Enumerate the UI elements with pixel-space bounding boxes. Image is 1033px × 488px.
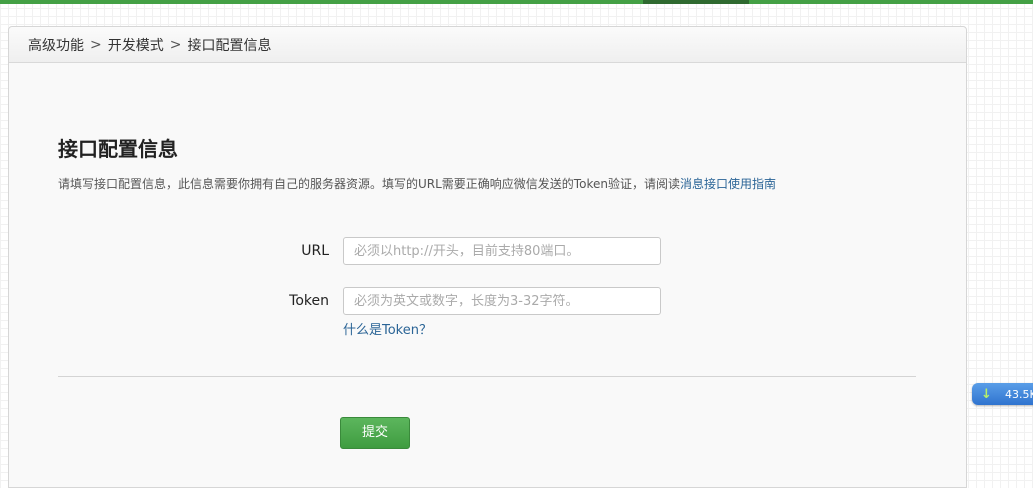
breadcrumb-separator: > <box>90 36 102 53</box>
token-input[interactable] <box>343 287 661 315</box>
breadcrumb-item-current: 接口配置信息 <box>187 37 272 54</box>
breadcrumb: 高级功能 > 开发模式 > 接口配置信息 <box>9 27 966 63</box>
active-nav-indicator <box>643 0 749 4</box>
url-input[interactable] <box>343 237 661 265</box>
submit-button[interactable]: 提交 <box>340 417 410 449</box>
description-text: 请填写接口配置信息，此信息需要你拥有自己的服务器资源。填写的URL需要正确响应微… <box>58 177 680 191</box>
url-label: URL <box>301 243 329 259</box>
top-accent-bar <box>0 0 1033 4</box>
main-content: 接口配置信息 请填写接口配置信息，此信息需要你拥有自己的服务器资源。填写的URL… <box>58 135 918 193</box>
breadcrumb-item-dev-mode[interactable]: 开发模式 <box>108 35 164 55</box>
config-panel: 高级功能 > 开发模式 > 接口配置信息 接口配置信息 请填写接口配置信息，此信… <box>8 26 967 488</box>
token-row: Token <box>259 287 661 315</box>
breadcrumb-item-advanced[interactable]: 高级功能 <box>28 35 84 55</box>
form-divider <box>58 376 916 377</box>
token-help-link[interactable]: 什么是Token？ <box>343 319 432 338</box>
page-title: 接口配置信息 <box>58 137 178 161</box>
token-label: Token <box>289 293 329 309</box>
download-speed-widget[interactable]: ↓ 43.5K <box>972 383 1033 405</box>
url-row: URL <box>259 237 661 265</box>
download-arrow-icon: ↓ <box>981 386 992 402</box>
download-speed: 43.5K <box>1005 387 1033 401</box>
page-description: 请填写接口配置信息，此信息需要你拥有自己的服务器资源。填写的URL需要正确响应微… <box>58 175 918 193</box>
breadcrumb-separator: > <box>169 36 182 53</box>
guide-link[interactable]: 消息接口使用指南 <box>680 177 776 191</box>
